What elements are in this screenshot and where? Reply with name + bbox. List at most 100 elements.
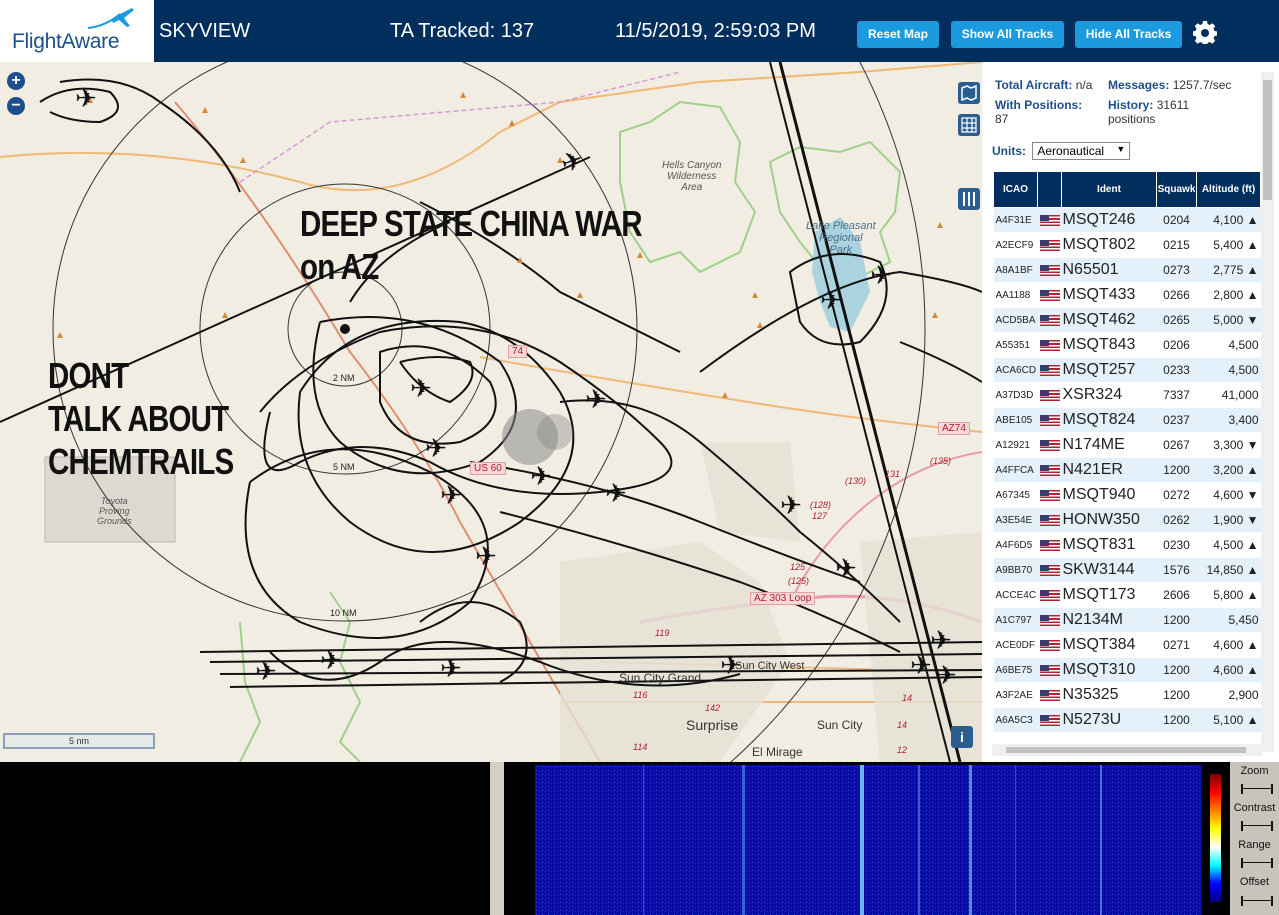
zoom-slider[interactable] [1241, 784, 1273, 794]
zoom-in-button[interactable]: + [7, 72, 25, 90]
town-sun-city-grand: Sun City Grand [619, 671, 702, 685]
cell-squawk: 2606 [1156, 582, 1197, 608]
range-slider[interactable] [1241, 858, 1273, 868]
table-row[interactable]: A4FFCA N421ER 1200 3,200 ▲ [993, 457, 1261, 483]
table-row[interactable]: A67345 MSQT940 0272 4,600 ▼ [993, 482, 1261, 508]
col-icao[interactable]: ICAO [993, 171, 1038, 208]
table-row[interactable]: ACD5BA MSQT462 0265 5,000 ▼ [993, 307, 1261, 333]
route-number: 14 [902, 693, 913, 703]
cell-ident: XSR324 [1061, 382, 1157, 408]
cell-icao: ACD5BA [993, 307, 1038, 333]
col-ident[interactable]: Ident [1061, 171, 1157, 208]
map-layers-button[interactable] [958, 82, 980, 104]
table-row[interactable]: ABE105 MSQT824 0237 3,400 [993, 407, 1261, 433]
map-grid-button[interactable] [958, 114, 980, 136]
contrast-slider[interactable] [1241, 821, 1273, 831]
table-row[interactable]: A12921 N174ME 0267 3,300 ▼ [993, 432, 1261, 458]
logo-text: FlightAware [12, 30, 120, 53]
svg-text:✈: ✈ [475, 542, 497, 572]
sidebar-scrollbar[interactable] [1261, 72, 1274, 752]
table-row[interactable]: A1C797 N2134M 1200 5,450 [993, 607, 1261, 633]
cell-squawk: 0266 [1156, 282, 1197, 308]
route-number: 114 [633, 742, 648, 752]
zoom-out-button[interactable]: − [7, 97, 25, 115]
cell-ident: N65501 [1061, 257, 1157, 283]
table-row[interactable]: ACA6CD MSQT257 0233 4,500 [993, 357, 1261, 383]
svg-text:✈: ✈ [930, 626, 952, 656]
cell-altitude: 3,400 [1196, 407, 1261, 433]
table-row[interactable]: A3E54E HONW350 0262 1,900 ▼ [993, 507, 1261, 533]
cell-ident: MSQT824 [1061, 407, 1157, 433]
table-row[interactable]: A3F2AE N35325 1200 2,900 [993, 682, 1261, 708]
col-flag[interactable] [1037, 171, 1062, 208]
cell-altitude: 5,800 ▲ [1196, 582, 1261, 608]
offset-label: Offset [1239, 876, 1270, 888]
cell-squawk: 0272 [1156, 482, 1197, 508]
route-number: 119 [655, 628, 670, 638]
table-row[interactable]: A2ECF9 MSQT802 0215 5,400 ▲ [993, 232, 1261, 258]
reset-map-button[interactable]: Reset Map [857, 21, 939, 48]
cell-altitude: 5,100 ▲ [1196, 707, 1261, 733]
cell-ident: MSQT257 [1061, 357, 1157, 383]
cell-icao: ACCE4C [993, 582, 1038, 608]
waterfall-plot[interactable] [535, 765, 1202, 915]
table-row[interactable]: A4F31E MSQT246 0204 4,100 ▲ [993, 207, 1261, 233]
svg-text:✈: ✈ [410, 374, 432, 404]
svg-text:✈: ✈ [320, 646, 342, 676]
svg-text:✈: ✈ [255, 657, 277, 687]
spectrum-waterfall-panel: Zoom Contrast Range Offset [0, 762, 1279, 915]
clock: 11/5/2019, 2:59:03 PM [615, 20, 816, 42]
flightaware-logo[interactable]: FlightAware [0, 0, 154, 62]
cell-squawk: 0265 [1156, 307, 1197, 333]
cell-ident: SKW3144 [1061, 557, 1157, 583]
table-header-row: ICAO Ident Squawk Altitude (ft) [993, 171, 1261, 208]
show-all-tracks-button[interactable]: Show All Tracks [951, 21, 1064, 48]
cell-ident: MSQT462 [1061, 307, 1157, 333]
panel-divider[interactable] [490, 762, 504, 915]
scrollbar-thumb[interactable] [1263, 80, 1272, 200]
route-number: (130) [845, 476, 867, 486]
svg-text:✈: ✈ [780, 491, 802, 521]
table-row[interactable]: A9BB70 SKW3144 1576 14,850 ▲ [993, 557, 1261, 583]
table-row[interactable]: A4F6D5 MSQT831 0230 4,500 ▲ [993, 532, 1261, 558]
color-scale [1210, 774, 1221, 902]
table-horizontal-scrollbar[interactable] [992, 744, 1262, 756]
svg-text:✈: ✈ [910, 651, 932, 681]
col-squawk[interactable]: Squawk [1156, 171, 1197, 208]
us-flag-icon [1037, 432, 1062, 458]
cell-icao: A4F6D5 [993, 532, 1038, 558]
offset-slider[interactable] [1241, 896, 1273, 906]
cell-altitude: 5,450 [1196, 607, 1261, 633]
hells-canyon-label: Hells Canyon Wilderness Area [662, 160, 722, 193]
scrollbar-thumb[interactable] [1006, 747, 1246, 753]
table-row[interactable]: A55351 MSQT843 0206 4,500 [993, 332, 1261, 358]
hide-all-tracks-button[interactable]: Hide All Tracks [1075, 21, 1182, 48]
contrast-label: Contrast [1233, 802, 1276, 814]
ring-label-10nm: 10 NM [330, 608, 357, 618]
us-flag-icon [1037, 682, 1062, 708]
info-button[interactable]: i [951, 726, 973, 748]
us-flag-icon [1037, 207, 1062, 233]
table-row[interactable]: A6BE75 MSQT310 1200 4,600 ▲ [993, 657, 1261, 683]
cell-ident: MSQT940 [1061, 482, 1157, 508]
cell-ident: MSQT433 [1061, 282, 1157, 308]
table-row[interactable]: A6A5C3 N5273U 1200 5,100 ▲ [993, 707, 1261, 733]
table-row[interactable]: AA1188 MSQT433 0266 2,800 ▲ [993, 282, 1261, 308]
messages-value: 1257.7/sec [1172, 78, 1232, 92]
cell-altitude: 2,900 [1196, 682, 1261, 708]
table-row[interactable]: ACE0DF MSQT384 0271 4,600 ▲ [993, 632, 1261, 658]
ring-label-5nm: 5 NM [333, 462, 355, 472]
table-row[interactable]: A37D3D XSR324 7337 41,000 [993, 382, 1261, 408]
table-row[interactable]: A8A1BF N65501 0273 2,775 ▲ [993, 257, 1261, 283]
table-row[interactable]: ACCE4C MSQT173 2606 5,800 ▲ [993, 582, 1261, 608]
toggle-sidebar-button[interactable] [958, 188, 980, 210]
aircraft-table: ICAO Ident Squawk Altitude (ft) A4F31E MS… [993, 171, 1261, 733]
map-view[interactable]: ✈ ✈ ✈ ✈ ✈ ✈ ✈ ✈ ✈ ✈ ✈ ✈ ✈ ✈ ✈ ✈ ✈ ✈ ✈ ✈ + − DEEP STAT… [0, 62, 982, 762]
col-altitude[interactable]: Altitude (ft) [1196, 171, 1261, 208]
grid-icon [961, 117, 977, 133]
town-surprise: Surprise [686, 717, 739, 733]
units-select[interactable]: Aeronautical ▼ [1032, 142, 1131, 160]
cell-icao: ACE0DF [993, 632, 1038, 658]
cell-squawk: 1200 [1156, 707, 1197, 733]
gear-icon[interactable] [1193, 20, 1217, 44]
